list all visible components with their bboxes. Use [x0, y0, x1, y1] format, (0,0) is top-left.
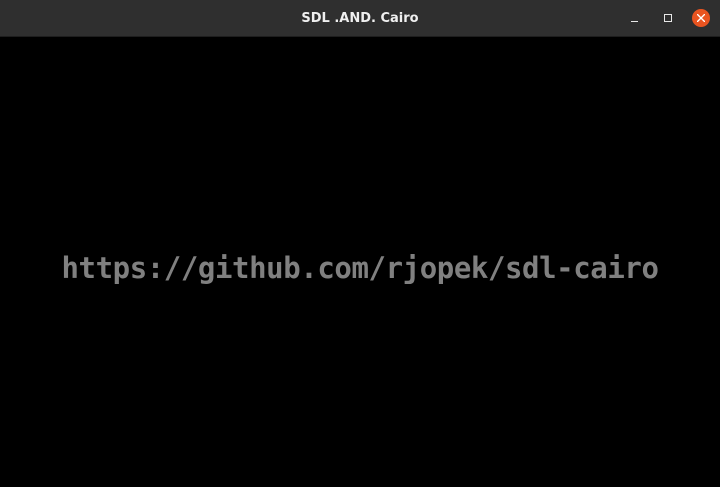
app-window: SDL .AND. Cairo https://github.com/rjope…	[0, 0, 720, 487]
maximize-button[interactable]	[659, 9, 677, 27]
minimize-icon	[630, 20, 638, 22]
close-icon	[697, 14, 705, 22]
title-bar[interactable]: SDL .AND. Cairo	[0, 0, 720, 37]
close-button[interactable]	[692, 9, 710, 27]
maximize-icon	[664, 14, 672, 22]
window-title: SDL .AND. Cairo	[301, 11, 419, 26]
url-text: https://github.com/rjopek/sdl-cairo	[61, 251, 659, 285]
minimize-button[interactable]	[625, 9, 643, 27]
render-canvas: https://github.com/rjopek/sdl-cairo	[0, 37, 720, 487]
